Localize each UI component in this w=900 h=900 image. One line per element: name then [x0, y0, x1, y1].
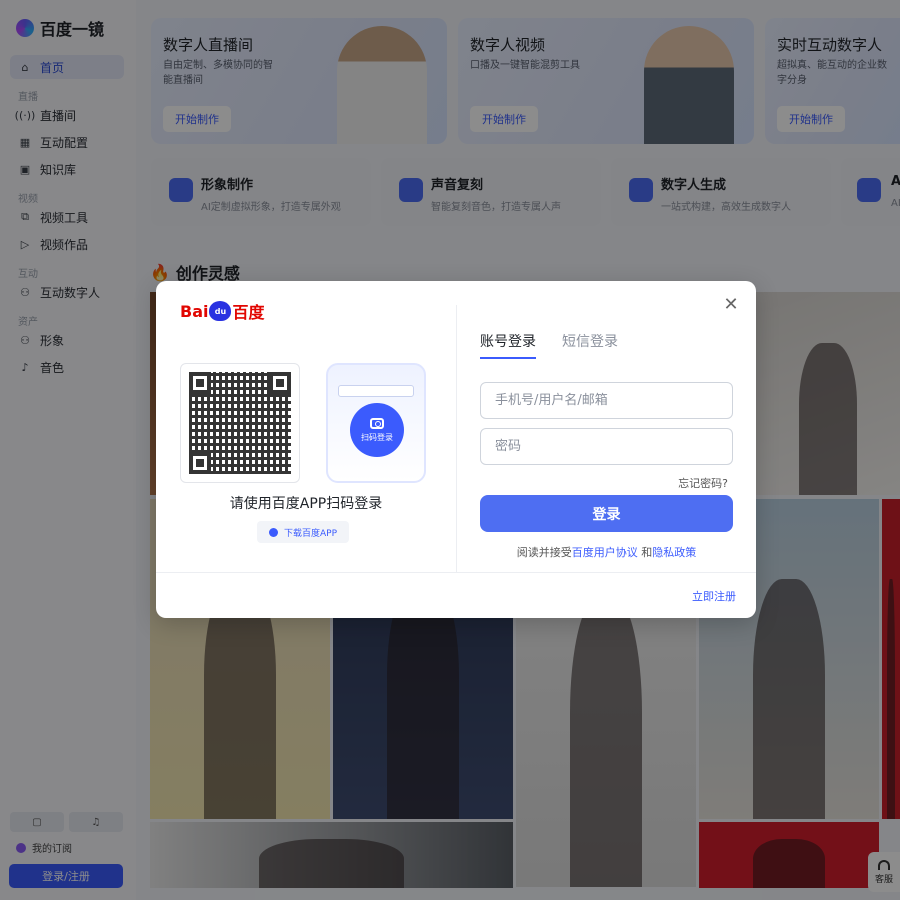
agreement-prefix: 阅读并接受 [516, 546, 572, 559]
camera-icon [370, 417, 384, 429]
scan-login-label: 扫码登录 [361, 432, 393, 442]
agreement-text: 阅读并接受百度用户协议 和隐私政策 [480, 544, 733, 560]
password-input[interactable] [480, 428, 733, 465]
phone-illustration: 扫码登录 [326, 363, 426, 483]
username-input[interactable] [480, 382, 733, 419]
download-app-button[interactable]: 下载百度APP [257, 521, 350, 543]
scan-login-illustration: 扫码登录 [350, 403, 404, 457]
baidu-paw-icon [269, 527, 278, 537]
baidu-logo: Bai du 百度 [180, 299, 265, 323]
agreement-and: 和 [641, 546, 653, 559]
divider [156, 572, 756, 573]
phone-search-bar [338, 385, 414, 397]
login-tabs: 账号登录 短信登录 [480, 331, 618, 359]
login-button[interactable]: 登录 [480, 495, 733, 532]
tab-sms-login[interactable]: 短信登录 [562, 331, 618, 359]
baidu-logo-left: Bai [180, 301, 209, 321]
qr-code [180, 363, 300, 483]
user-agreement-link[interactable]: 百度用户协议 [572, 546, 638, 559]
baidu-logo-right: 百度 [232, 303, 265, 322]
forgot-password-link[interactable]: 忘记密码? [678, 475, 728, 491]
qr-code-icon [189, 372, 291, 474]
privacy-policy-link[interactable]: 隐私政策 [652, 546, 696, 559]
qr-hint: 请使用百度APP扫码登录 [229, 496, 383, 512]
register-link[interactable]: 立即注册 [692, 588, 736, 604]
tab-account-login[interactable]: 账号登录 [480, 331, 536, 359]
divider [456, 305, 457, 573]
login-modal: ✕ Bai du 百度 扫码登录 请使用百度APP扫码登录 下载百度APP 账号… [156, 281, 756, 618]
download-app-label: 下载百度APP [284, 528, 338, 539]
baidu-logo-paw-text: du [214, 306, 227, 316]
close-icon[interactable]: ✕ [722, 294, 740, 315]
baidu-paw-icon: du [209, 301, 232, 321]
